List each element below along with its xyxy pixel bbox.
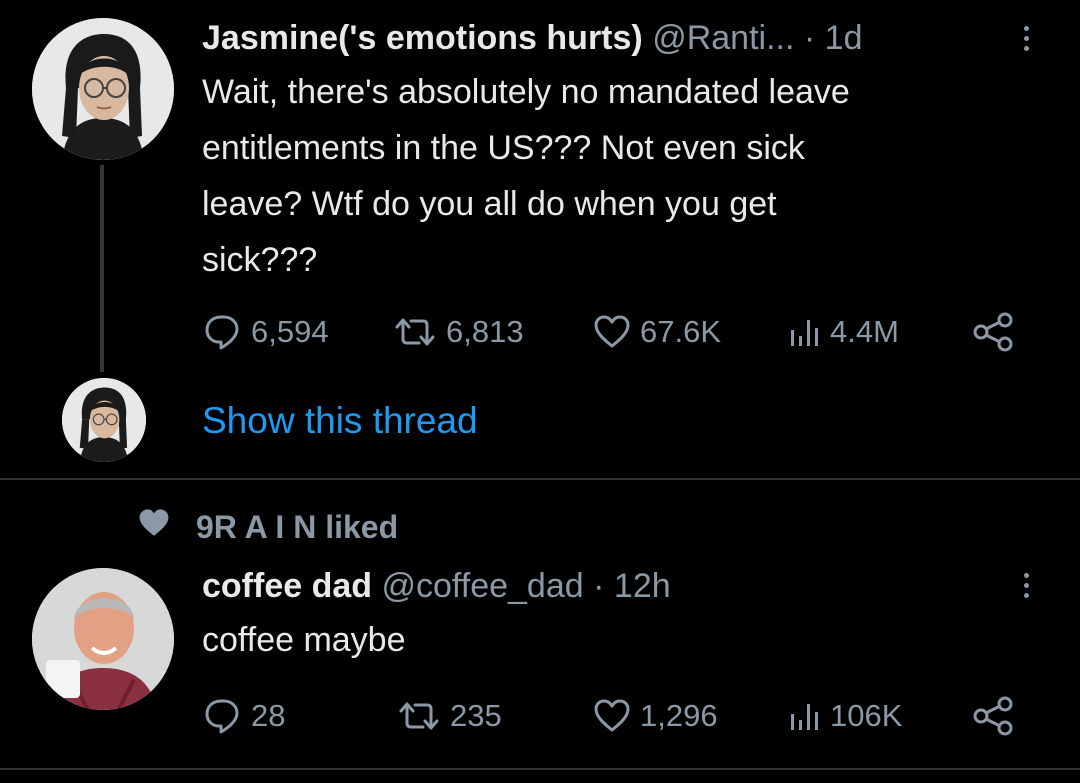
avatar-jasmine-small[interactable] <box>62 378 146 462</box>
views-chart-icon <box>788 314 822 350</box>
share-button[interactable] <box>972 694 1014 738</box>
tweet-actions: 28 235 1,296 106K <box>0 694 1080 738</box>
tweet-text-line: entitlements in the US??? Not even sick <box>202 129 805 167</box>
avatar-coffee-dad[interactable] <box>32 568 174 710</box>
user-handle[interactable]: @Ranti... <box>652 19 794 57</box>
tweet-text-line: Wait, there's absolutely no mandated lea… <box>202 73 850 111</box>
divider <box>0 768 1080 770</box>
views-count: 106K <box>830 698 903 733</box>
views-count: 4.4M <box>830 314 899 349</box>
separator-dot: · <box>593 567 605 605</box>
display-name[interactable]: Jasmine('s emotions hurts) <box>202 19 643 57</box>
more-options-icon[interactable] <box>1016 565 1036 605</box>
avatar-jasmine[interactable] <box>32 18 174 160</box>
retweet-button[interactable]: 6,813 <box>392 310 524 354</box>
timestamp[interactable]: 12h <box>614 567 671 605</box>
reply-button[interactable]: 28 <box>203 694 285 738</box>
reply-count: 28 <box>251 698 286 733</box>
user-handle[interactable]: @coffee_dad <box>382 567 584 605</box>
share-icon <box>972 312 1014 352</box>
display-name[interactable]: coffee dad <box>202 567 372 605</box>
tweet-text-line: sick??? <box>202 241 318 279</box>
more-options-icon[interactable] <box>1016 18 1036 58</box>
share-button[interactable] <box>972 310 1014 354</box>
liked-by-text[interactable]: 9R A I N liked <box>196 509 398 546</box>
like-button[interactable]: 67.6K <box>592 310 721 354</box>
views-button[interactable]: 106K <box>788 694 902 738</box>
reply-icon <box>203 314 243 350</box>
like-count: 1,296 <box>640 698 718 733</box>
like-button[interactable]: 1,296 <box>592 694 718 738</box>
tweet-text-line: leave? Wtf do you all do when you get <box>202 185 777 223</box>
reply-icon <box>203 698 243 734</box>
tweet-header: coffee dad @coffee_dad · 12h <box>202 566 671 606</box>
views-chart-icon <box>788 698 822 734</box>
retweet-icon <box>392 315 438 349</box>
retweet-count: 6,813 <box>446 314 524 349</box>
timestamp[interactable]: 1d <box>825 19 863 57</box>
heart-icon <box>138 508 170 546</box>
tweet-text: coffee maybe <box>202 621 406 659</box>
tweet-text: Wait, there's absolutely no mandated lea… <box>202 64 1042 288</box>
heart-outline-icon <box>592 698 632 734</box>
divider <box>0 478 1080 480</box>
tweet-header: Jasmine('s emotions hurts) @Ranti... · 1… <box>202 18 863 58</box>
separator-dot: · <box>803 19 816 57</box>
tweet-jasmine[interactable]: Jasmine('s emotions hurts) @Ranti... · 1… <box>0 0 1080 478</box>
retweet-count: 235 <box>450 698 502 733</box>
retweet-icon <box>396 699 442 733</box>
show-thread-link[interactable]: Show this thread <box>202 400 478 442</box>
reply-count: 6,594 <box>251 314 329 349</box>
like-count: 67.6K <box>640 314 722 349</box>
views-button[interactable]: 4.4M <box>788 310 899 354</box>
reply-button[interactable]: 6,594 <box>203 310 329 354</box>
heart-outline-icon <box>592 314 632 350</box>
tweet-actions: 6,594 6,813 67.6K 4.4M <box>0 310 1080 354</box>
social-context: 9R A I N liked <box>138 505 398 549</box>
retweet-button[interactable]: 235 <box>396 694 502 738</box>
share-icon <box>972 696 1014 736</box>
